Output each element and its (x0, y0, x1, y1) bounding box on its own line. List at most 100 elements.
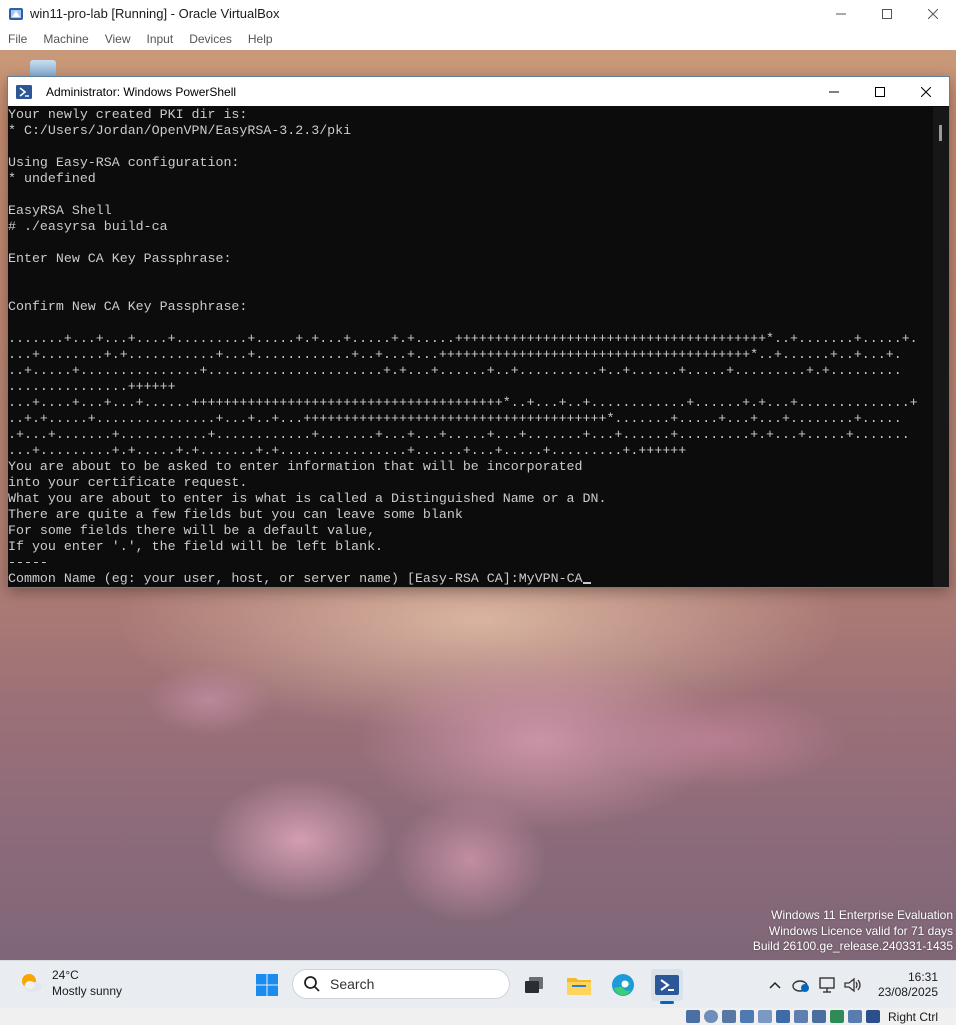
hard-disk-icon[interactable] (685, 1010, 700, 1023)
network-button[interactable] (816, 974, 838, 996)
vbox-maximize-button[interactable] (864, 0, 910, 27)
partly-sunny-icon (22, 974, 42, 992)
console-line: ...+.........+.+.....+.+.......+.+......… (8, 443, 687, 458)
chevron-up-icon (769, 981, 781, 989)
maximize-icon (882, 8, 892, 19)
text-cursor (582, 582, 591, 584)
ps-maximize-button[interactable] (857, 77, 903, 106)
keyboard-capture-icon[interactable] (865, 1010, 880, 1023)
display-icon[interactable] (793, 1010, 808, 1023)
shared-folders-icon[interactable] (775, 1010, 790, 1023)
system-tray: 16:31 23/08/2025 (762, 961, 956, 1009)
vbox-close-button[interactable] (910, 0, 956, 27)
menu-file[interactable]: File (0, 32, 35, 46)
console-line: * C:/Users/Jordan/OpenVPN/EasyRSA-3.2.3/… (8, 123, 352, 138)
common-name-input[interactable]: MyVPN-CA (519, 571, 583, 586)
optical-drive-icon[interactable] (703, 1010, 718, 1023)
powershell-taskbar-button[interactable] (651, 969, 683, 1004)
weather-temperature: 24°C (52, 968, 79, 982)
powershell-window-title: Administrator: Windows PowerShell (46, 84, 237, 99)
menu-devices[interactable]: Devices (181, 32, 240, 46)
start-button[interactable] (255, 973, 279, 997)
console-line: ...+....+...+...+......+++++++++++++++++… (8, 395, 918, 410)
search-icon (304, 976, 320, 992)
host-key-label: Right Ctrl (887, 1009, 938, 1024)
console-line: # ./easyrsa build-ca (8, 219, 168, 234)
active-app-indicator (660, 1001, 674, 1004)
minimize-icon (829, 91, 839, 92)
powershell-icon (16, 84, 32, 99)
menu-machine[interactable]: Machine (35, 32, 96, 46)
console-line: Enter New CA Key Passphrase: (8, 251, 232, 266)
console-line: * undefined (8, 171, 96, 186)
vbox-titlebar: win11-pro-lab [Running] - Oracle Virtual… (0, 0, 956, 27)
windows-eval-watermark: Windows 11 Enterprise Evaluation Windows… (753, 908, 953, 955)
recycle-bin-icon[interactable] (30, 60, 56, 78)
ps-close-button[interactable] (903, 77, 949, 106)
console-line: .+...+.......+...........+............+.… (8, 427, 910, 442)
console-line: Confirm New CA Key Passphrase: (8, 299, 248, 314)
file-explorer-button[interactable] (563, 969, 595, 1001)
ps-minimize-button[interactable] (811, 77, 857, 106)
vt-x-icon[interactable] (829, 1010, 844, 1023)
close-icon (928, 8, 938, 19)
console-scrollbar[interactable] (933, 107, 949, 587)
menu-view[interactable]: View (97, 32, 139, 46)
console-line: You are about to be asked to enter infor… (8, 459, 583, 474)
console-line: ...+........+.+...........+...+.........… (8, 347, 902, 362)
search-placeholder: Search (330, 976, 375, 992)
close-icon (921, 86, 931, 97)
show-hidden-icons-button[interactable] (764, 974, 786, 996)
network-adapter-icon[interactable] (739, 1010, 754, 1023)
mouse-integration-icon[interactable] (847, 1010, 862, 1023)
task-view-button[interactable] (518, 969, 550, 1001)
audio-icon[interactable] (721, 1010, 736, 1023)
console-line: Using Easy-RSA configuration: (8, 155, 240, 170)
watermark-line-2: Windows Licence valid for 71 days (768, 923, 953, 938)
weather-condition: Mostly sunny (52, 984, 123, 998)
console-line: ..+.+.....+...............+...+..+...+++… (8, 411, 902, 426)
taskbar: 24°C Mostly sunny Search 16:31 23/08/202… (0, 960, 956, 1009)
console-line: ----- (8, 555, 48, 570)
vbox-menubar: File Machine View Input Devices Help (0, 27, 956, 50)
common-name-prompt: Common Name (eg: your user, host, or ser… (8, 571, 519, 586)
edge-icon (612, 974, 634, 996)
vbox-minimize-button[interactable] (818, 0, 864, 27)
weather-widget[interactable]: 24°C Mostly sunny (18, 967, 122, 999)
speaker-icon (844, 977, 861, 993)
clock-time: 16:31 (907, 970, 938, 984)
menu-input[interactable]: Input (139, 32, 182, 46)
recording-icon[interactable] (811, 1010, 826, 1023)
watermark-line-1: Windows 11 Enterprise Evaluation (771, 908, 953, 922)
console-line: If you enter '.', the field will be left… (8, 539, 384, 554)
console-scroll-thumb[interactable] (939, 125, 942, 141)
powershell-titlebar[interactable]: Administrator: Windows PowerShell (8, 77, 949, 106)
cloud-info-icon (792, 980, 809, 992)
volume-button[interactable] (842, 974, 864, 996)
taskbar-clock[interactable]: 16:31 23/08/2025 (878, 970, 938, 1000)
menu-help[interactable]: Help (240, 32, 281, 46)
clock-date: 23/08/2025 (877, 985, 938, 999)
edge-button[interactable] (607, 969, 639, 1001)
powershell-icon (655, 975, 679, 995)
file-explorer-icon (567, 978, 591, 995)
console-line: ..+.....+...............+...............… (8, 363, 902, 378)
usb-icon[interactable] (757, 1010, 772, 1023)
console-line: ...............++++++ (8, 379, 176, 394)
vpn-status-button[interactable] (790, 974, 812, 996)
console-line: EasyRSA Shell (8, 203, 112, 218)
virtualbox-icon (9, 7, 23, 20)
taskbar-search-box[interactable]: Search (292, 969, 510, 999)
powershell-window: Administrator: Windows PowerShell Your n… (8, 77, 949, 587)
console-prompt-line[interactable]: Common Name (eg: your user, host, or ser… (8, 571, 933, 587)
task-view-icon (525, 977, 543, 993)
console-output[interactable]: Your newly created PKI dir is: * C:/Users… (8, 107, 933, 587)
console-line: What you are about to enter is what is c… (8, 491, 607, 506)
watermark-line-3: Build 26100.ge_release.240331-1435 (752, 939, 953, 953)
